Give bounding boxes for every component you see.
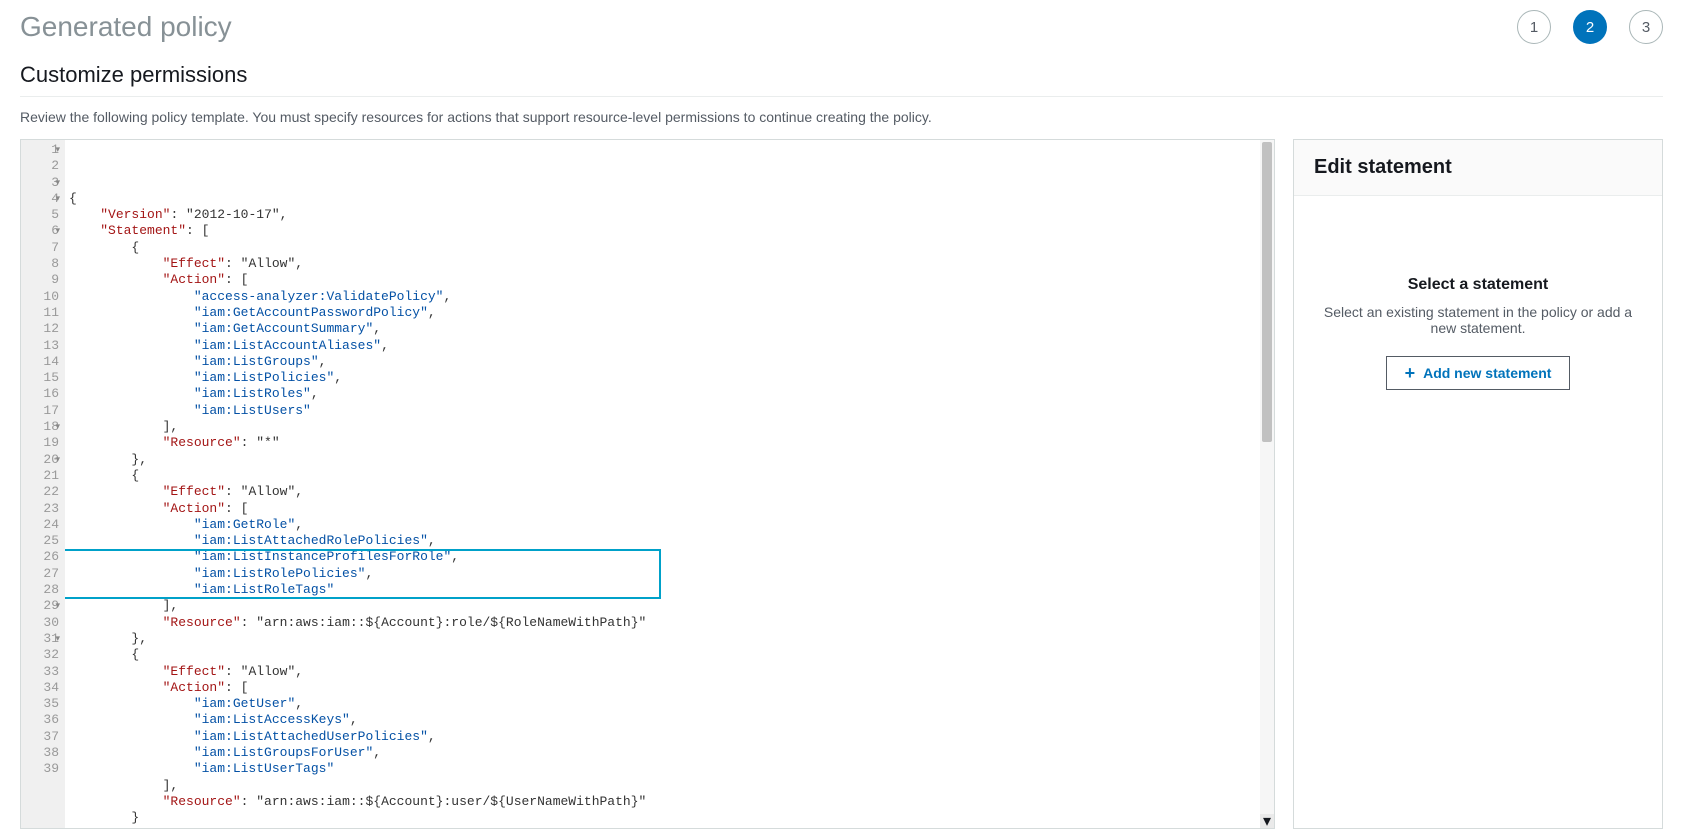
prompt-body: Select an existing statement in the poli… (1318, 304, 1638, 336)
step-indicator: 1 2 3 (1517, 10, 1663, 44)
page-title: Generated policy (20, 11, 232, 43)
code-area[interactable]: { "Version": "2012-10-17", "Statement": … (65, 140, 1274, 828)
step-3[interactable]: 3 (1629, 10, 1663, 44)
add-button-label: Add new statement (1423, 365, 1551, 381)
scrollbar-thumb[interactable] (1262, 142, 1272, 442)
policy-editor[interactable]: 1234567891011121314151617181920212223242… (20, 139, 1275, 829)
step-2[interactable]: 2 (1573, 10, 1607, 44)
section-description: Review the following policy template. Yo… (20, 109, 1663, 125)
scroll-down-icon[interactable]: ▾ (1260, 814, 1274, 828)
edit-statement-panel: Edit statement Select a statement Select… (1293, 139, 1663, 829)
step-1[interactable]: 1 (1517, 10, 1551, 44)
side-panel-title: Edit statement (1294, 140, 1662, 196)
prompt-title: Select a statement (1318, 276, 1638, 294)
plus-icon: + (1405, 364, 1416, 382)
section-title: Customize permissions (20, 62, 1663, 97)
add-new-statement-button[interactable]: + Add new statement (1386, 356, 1571, 390)
vertical-scrollbar[interactable]: ▾ (1260, 140, 1274, 828)
line-gutter: 1234567891011121314151617181920212223242… (21, 140, 65, 828)
